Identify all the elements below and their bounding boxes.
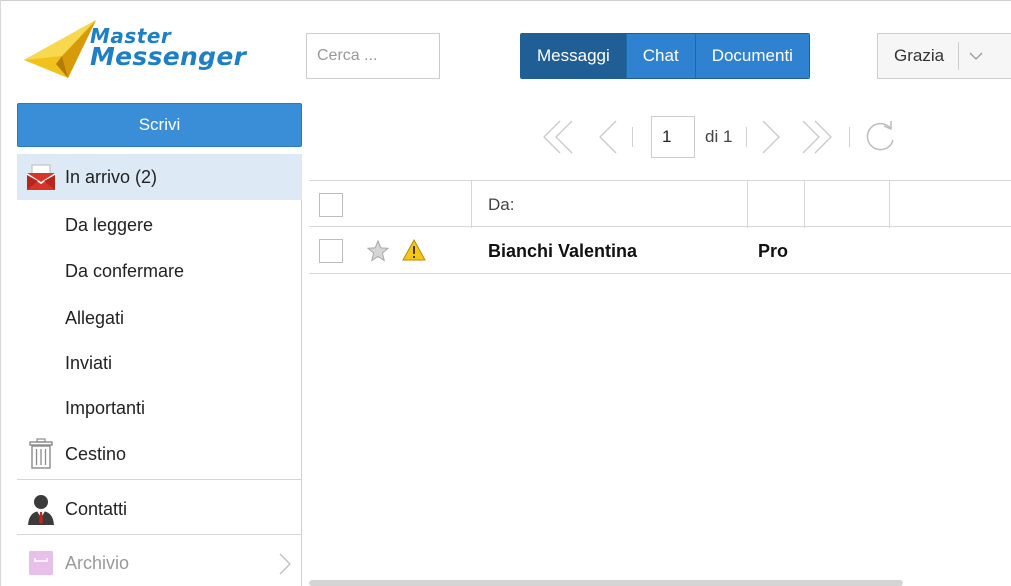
row-checkbox[interactable]: [319, 239, 343, 263]
next-page-icon[interactable]: [761, 119, 781, 155]
sidebar-item-cestino[interactable]: Cestino: [17, 431, 302, 477]
sidebar-item-contatti[interactable]: Contatti: [17, 486, 302, 532]
sidebar-item-da-confermare[interactable]: Da confermare: [17, 248, 302, 294]
compose-button[interactable]: Scrivi: [17, 103, 302, 147]
envelope-icon: [17, 163, 65, 191]
pager-divider: [849, 127, 851, 147]
select-all-checkbox[interactable]: [319, 193, 343, 217]
left-border: [0, 0, 1, 586]
message-table: Da: Bianchi Valentina Pro: [309, 180, 1011, 274]
page-total: di 1: [705, 127, 733, 146]
sidebar-item-label: Inviati: [65, 352, 113, 373]
sidebar: In arrivo (2) Da leggere Da confermare A…: [17, 154, 302, 586]
sidebar-item-label: Archivio: [65, 552, 130, 573]
pager-divider: [746, 127, 748, 147]
sidebar-item-label: In arrivo (2): [65, 166, 158, 187]
sidebar-divider: [17, 534, 302, 535]
refresh-icon[interactable]: [864, 119, 898, 155]
sidebar-item-label: Allegati: [65, 307, 125, 328]
search-input[interactable]: [306, 33, 440, 79]
sidebar-item-label: Da leggere: [65, 214, 154, 235]
archive-icon: [17, 549, 65, 577]
user-dropdown[interactable]: Grazia: [877, 33, 1011, 79]
sidebar-item-label: Da confermare: [65, 260, 185, 281]
pager-divider: [632, 127, 633, 147]
sidebar-item-importanti[interactable]: Importanti: [17, 385, 302, 431]
sidebar-item-label: Contatti: [65, 498, 128, 519]
sidebar-item-da-leggere[interactable]: Da leggere: [17, 202, 302, 248]
sidebar-item-label: Cestino: [65, 443, 127, 464]
sidebar-item-inviati[interactable]: Inviati: [17, 340, 302, 386]
message-sender: Bianchi Valentina: [488, 241, 638, 261]
warning-icon: [402, 238, 426, 266]
table-header: Da:: [309, 180, 1011, 228]
chevron-right-icon: [278, 552, 292, 581]
table-row[interactable]: Bianchi Valentina Pro: [309, 227, 1011, 274]
last-page-icon[interactable]: [795, 119, 835, 155]
main-nav-tabs: Messaggi Chat Documenti: [520, 33, 810, 79]
tab-messaggi[interactable]: Messaggi: [521, 34, 626, 78]
first-page-icon[interactable]: [540, 119, 580, 155]
app-logo: Master Messenger: [22, 16, 246, 91]
column-header-from[interactable]: Da:: [488, 195, 514, 215]
chevron-down-icon: [959, 51, 983, 61]
tab-documenti[interactable]: Documenti: [694, 34, 809, 78]
message-subject: Pro: [758, 241, 789, 261]
logo-line2: Messenger: [90, 42, 247, 71]
pagination: di 1: [540, 112, 898, 162]
sidebar-item-archivio[interactable]: Archivio: [17, 540, 302, 586]
sidebar-item-label: Importanti: [65, 397, 146, 418]
star-icon[interactable]: [366, 239, 390, 267]
person-icon: [17, 493, 65, 525]
sidebar-item-allegati[interactable]: Allegati: [17, 295, 302, 341]
user-name: Grazia: [878, 42, 960, 70]
sidebar-divider: [17, 479, 302, 480]
trash-icon: [17, 438, 65, 470]
tab-chat[interactable]: Chat: [625, 34, 695, 78]
top-border: [0, 0, 1011, 1]
prev-page-icon[interactable]: [598, 119, 618, 155]
sidebar-item-inbox[interactable]: In arrivo (2): [17, 154, 302, 200]
horizontal-scrollbar[interactable]: [309, 580, 903, 586]
page-number-input[interactable]: [651, 116, 695, 158]
